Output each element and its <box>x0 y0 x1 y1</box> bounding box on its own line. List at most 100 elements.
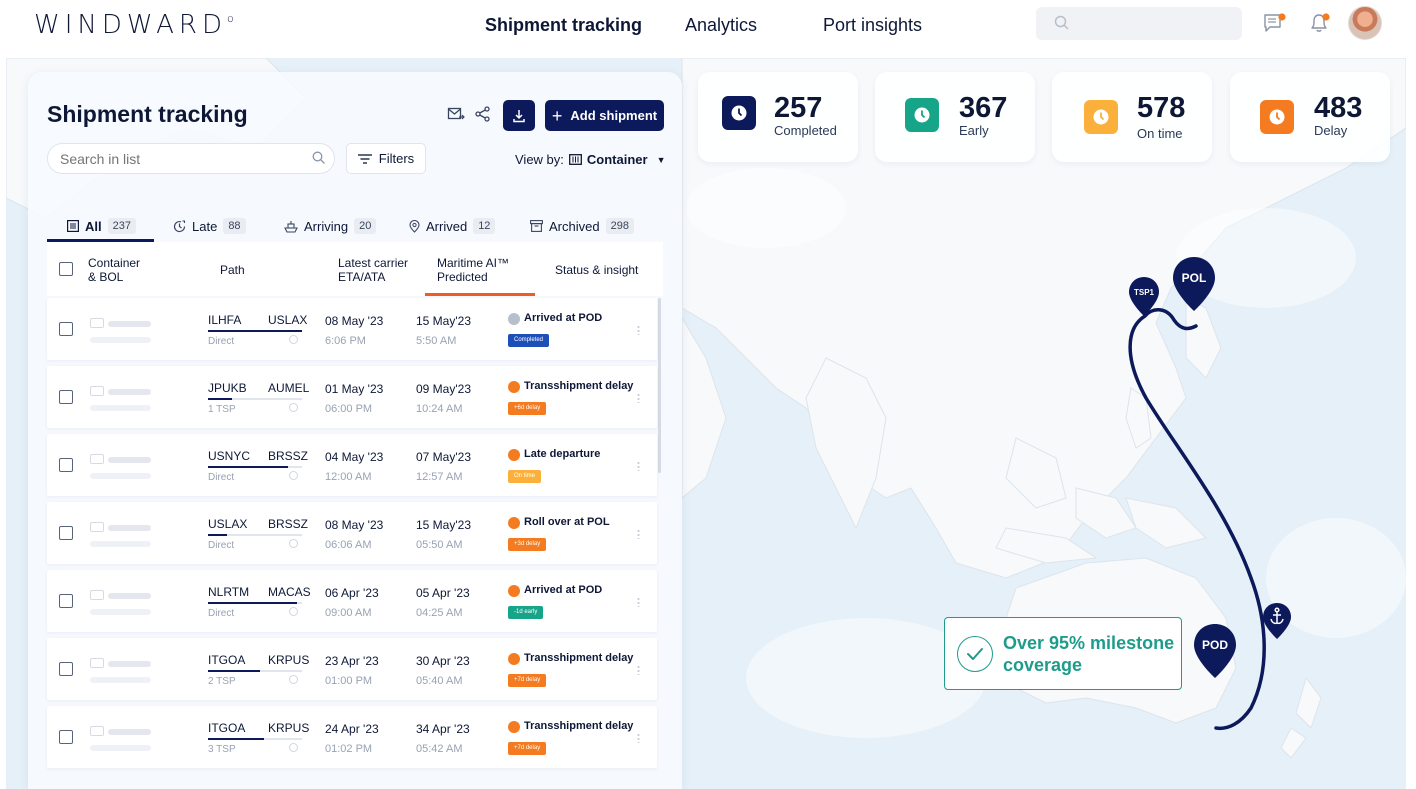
more-options-icon[interactable] <box>637 461 640 471</box>
add-shipment-button[interactable]: + Add shipment <box>545 100 664 131</box>
tab-late[interactable]: Late 88 <box>173 210 246 242</box>
col-status-insight[interactable]: Status & insight <box>555 263 638 277</box>
stat-card-delay[interactable]: 483 Delay <box>1230 72 1390 162</box>
select-all-checkbox[interactable] <box>59 262 73 276</box>
row-checkbox[interactable] <box>59 662 73 676</box>
bol-placeholder <box>90 677 151 683</box>
more-options-icon[interactable] <box>637 325 640 335</box>
active-column-indicator <box>425 293 535 296</box>
tsp1-pin[interactable]: TSP1 <box>1128 276 1160 318</box>
col-container[interactable]: Container & BOL <box>88 256 140 284</box>
path-route-type: 2 TSP <box>208 676 236 687</box>
shipment-tracking-panel: Shipment tracking + Add shipment Filters <box>28 72 682 789</box>
more-options-icon[interactable] <box>637 529 640 539</box>
path-origin: JPUKB <box>208 381 247 395</box>
stat-card-on-time[interactable]: 578 On time <box>1052 72 1212 162</box>
nav-shipment-tracking[interactable]: Shipment tracking <box>485 15 642 36</box>
tab-arriving[interactable]: Arriving 20 <box>284 210 377 242</box>
pol-pin[interactable]: POL <box>1172 256 1216 312</box>
search-icon <box>1054 15 1069 30</box>
filters-button[interactable]: Filters <box>346 143 426 174</box>
anchor-pin[interactable] <box>1262 602 1292 640</box>
path-destination: KRPUS <box>268 653 310 667</box>
share-email-icon[interactable] <box>447 106 465 122</box>
col-latest-carrier[interactable]: Latest carrier ETA/ATA <box>338 256 408 284</box>
table-row[interactable]: USNYC BRSSZ Direct 04 May '23 12:00 AM 07 May… <box>47 434 657 496</box>
container-id-placeholder <box>108 525 151 531</box>
container-icon <box>90 318 104 328</box>
path-origin: ITGOA <box>208 721 246 735</box>
row-checkbox[interactable] <box>59 322 73 336</box>
status-text: Late departure <box>524 448 601 460</box>
row-checkbox[interactable] <box>59 730 73 744</box>
info-icon[interactable] <box>289 607 298 616</box>
location-pin-icon <box>409 219 420 233</box>
status-badge: +7d delay <box>508 742 547 755</box>
list-icon <box>67 220 79 232</box>
table-row[interactable]: ILHFA USLAX Direct 08 May '23 6:06 PM 15 May'… <box>47 298 657 360</box>
tab-all[interactable]: All 237 <box>67 210 136 242</box>
list-search-input[interactable] <box>47 143 335 174</box>
table-row[interactable]: USLAX BRSSZ Direct 08 May '23 06:06 AM 15 May… <box>47 502 657 564</box>
more-options-icon[interactable] <box>637 733 640 743</box>
status-text: Transshipment delay <box>524 720 634 732</box>
info-icon[interactable] <box>289 539 298 548</box>
row-checkbox[interactable] <box>59 594 73 608</box>
table-row[interactable]: JPUKB AUMEL 1 TSP 01 May '23 06:00 PM 09 May'… <box>47 366 657 428</box>
status-text: Roll over at POL <box>524 516 610 528</box>
late-clock-icon <box>173 219 186 232</box>
view-by-selector[interactable]: View by: Container ▼ <box>515 152 666 167</box>
info-icon[interactable] <box>289 403 298 412</box>
stat-label: Early <box>959 123 989 138</box>
download-button[interactable] <box>503 100 535 131</box>
more-options-icon[interactable] <box>637 393 640 403</box>
list-scrollbar[interactable] <box>658 298 661 473</box>
more-options-icon[interactable] <box>637 665 640 675</box>
view-by-label: View by: <box>515 152 564 167</box>
table-row[interactable]: ITGOA KRPUS 2 TSP 23 Apr '23 01:00 PM 30 Apr … <box>47 638 657 700</box>
info-icon[interactable] <box>289 471 298 480</box>
path-progress-track <box>208 534 302 536</box>
info-icon[interactable] <box>289 335 298 344</box>
pod-pin[interactable]: POD <box>1193 623 1237 679</box>
nav-analytics[interactable]: Analytics <box>685 15 757 36</box>
bell-icon[interactable] <box>1308 12 1332 34</box>
path-route-type: 1 TSP <box>208 404 236 415</box>
status-badge: Completed <box>508 334 550 347</box>
col-maritime-ai[interactable]: Maritime AI™ Predicted <box>437 256 509 284</box>
path-progress-fill <box>208 466 288 468</box>
status-text: Transshipment delay <box>524 380 634 392</box>
tab-archived[interactable]: Archived 298 <box>530 210 634 242</box>
info-icon[interactable] <box>289 743 298 752</box>
table-row[interactable]: ITGOA KRPUS 3 TSP 24 Apr '23 01:02 PM 34 Apr … <box>47 706 657 768</box>
global-search-input[interactable] <box>1036 7 1242 40</box>
row-checkbox[interactable] <box>59 390 73 404</box>
status-icon <box>508 381 520 393</box>
clock-icon <box>905 98 939 132</box>
share-icon[interactable] <box>475 106 491 122</box>
table-row[interactable]: NLRTM MACAS Direct 06 Apr '23 09:00 AM 05 Apr… <box>47 570 657 632</box>
carrier-eta-date: 08 May '23 <box>325 314 384 328</box>
nav-port-insights[interactable]: Port insights <box>823 15 922 36</box>
more-options-icon[interactable] <box>637 597 640 607</box>
status-text: Arrived at POD <box>524 312 603 324</box>
path-route-type: Direct <box>208 540 235 551</box>
row-checkbox[interactable] <box>59 526 73 540</box>
pod-pin-label: POD <box>1202 638 1228 652</box>
chevron-down-icon: ▼ <box>656 154 666 165</box>
stat-card-completed[interactable]: 257 Completed <box>698 72 858 162</box>
stat-card-early[interactable]: 367 Early <box>875 72 1035 162</box>
path-progress-track <box>208 738 302 740</box>
row-checkbox[interactable] <box>59 458 73 472</box>
messages-icon[interactable] <box>1263 12 1287 34</box>
tab-count: 88 <box>223 218 246 234</box>
carrier-eta-date: 23 Apr '23 <box>325 654 379 668</box>
col-path[interactable]: Path <box>220 263 245 277</box>
path-route-type: Direct <box>208 336 235 347</box>
tab-arrived[interactable]: Arrived 12 <box>409 210 496 242</box>
path-route-type: Direct <box>208 472 235 483</box>
windward-logo[interactable]: WINDWARDo <box>34 10 234 40</box>
info-icon[interactable] <box>289 675 298 684</box>
stat-value: 483 <box>1314 92 1363 124</box>
user-avatar[interactable] <box>1348 6 1382 40</box>
